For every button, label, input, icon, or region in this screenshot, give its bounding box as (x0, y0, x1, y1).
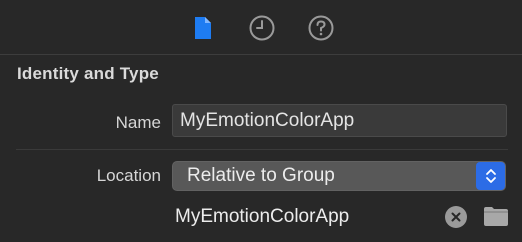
close-icon (451, 212, 461, 222)
location-popup-button[interactable]: Relative to Group (172, 161, 506, 191)
file-icon (195, 17, 211, 39)
section-divider (16, 149, 508, 150)
history-inspector-tab[interactable] (248, 14, 276, 42)
quick-help-inspector-tab[interactable] (307, 14, 335, 42)
help-question-icon (308, 15, 334, 41)
folder-icon (484, 207, 508, 226)
inspector-tab-bar (0, 0, 522, 54)
location-popup-value: Relative to Group (187, 165, 335, 186)
file-inspector-tab[interactable] (189, 14, 217, 42)
clear-location-button[interactable] (445, 206, 467, 228)
tab-bar-divider (0, 54, 522, 55)
file-inspector-panel: Identity and Type Name Location Relative… (0, 0, 522, 242)
section-title: Identity and Type (17, 64, 159, 83)
updown-chevron-icon (476, 162, 505, 190)
choose-folder-button[interactable] (483, 205, 509, 227)
history-clock-icon (249, 15, 275, 41)
full-path-value: MyEmotionColorApp (175, 206, 350, 227)
name-label: Name (115, 113, 161, 132)
name-field[interactable] (172, 104, 507, 137)
location-label: Location (96, 166, 161, 185)
